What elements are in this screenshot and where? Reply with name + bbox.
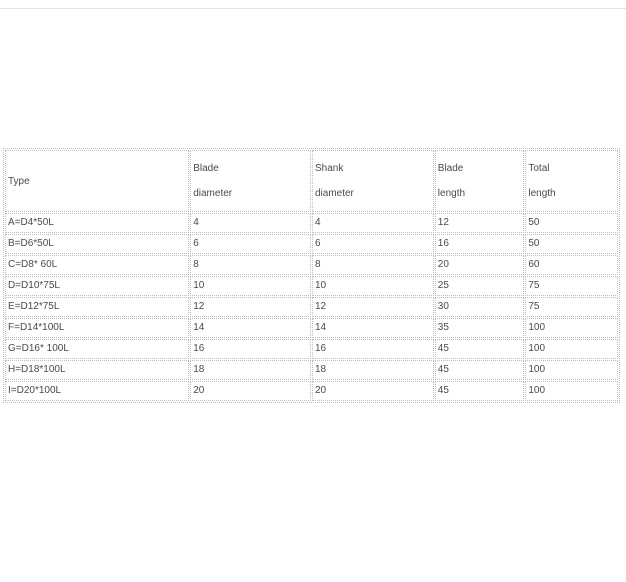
cell-blade-length: 30	[434, 297, 525, 317]
table-row: A=D4*50L 4 4 12 50	[5, 213, 618, 233]
cell-type: F=D14*100L	[5, 318, 190, 338]
cell-type: C=D8* 60L	[5, 255, 190, 275]
cell-blade-length: 16	[434, 234, 525, 254]
cell-blade-diameter: 14	[190, 318, 311, 338]
cell-shank-diameter: 14	[311, 318, 434, 338]
header-total-length-line-1: Total	[528, 163, 550, 174]
header-blade-diameter-line-1: Blade	[193, 163, 219, 174]
table-row: E=D12*75L 12 12 30 75	[5, 297, 618, 317]
cell-blade-length: 45	[434, 339, 525, 359]
cell-shank-diameter: 4	[311, 213, 434, 233]
cell-type: H=D18*100L	[5, 360, 190, 380]
table-row: G=D16* 100L 16 16 45 100	[5, 339, 618, 359]
cell-blade-diameter: 16	[190, 339, 311, 359]
header-blade-length-line-1: Blade	[437, 163, 464, 174]
cell-total-length: 100	[525, 318, 618, 338]
cell-blade-diameter: 12	[190, 297, 311, 317]
spec-table-header: Type Blade diameter Shank diameter Blade…	[5, 150, 618, 212]
cell-shank-diameter: 8	[311, 255, 434, 275]
table-row: F=D14*100L 14 14 35 100	[5, 318, 618, 338]
cell-blade-diameter: 18	[190, 360, 311, 380]
cell-blade-diameter: 4	[190, 213, 311, 233]
cell-type: I=D20*100L	[5, 381, 190, 401]
cell-type: A=D4*50L	[5, 213, 190, 233]
cell-blade-length: 45	[434, 360, 525, 380]
cell-shank-diameter: 16	[311, 339, 434, 359]
cell-type: D=D10*75L	[5, 276, 190, 296]
table-row: D=D10*75L 10 10 25 75	[5, 276, 618, 296]
cell-total-length: 75	[525, 297, 618, 317]
header-shank-diameter: Shank diameter	[311, 150, 434, 212]
cell-total-length: 100	[525, 339, 618, 359]
cell-blade-diameter: 8	[190, 255, 311, 275]
header-type: Type	[5, 150, 190, 212]
cell-total-length: 100	[525, 360, 618, 380]
cell-blade-diameter: 20	[190, 381, 311, 401]
cell-blade-diameter: 10	[190, 276, 311, 296]
header-total-length-line-2: length	[528, 188, 556, 199]
header-shank-diameter-line-1: Shank	[314, 163, 344, 174]
table-row: C=D8* 60L 8 8 20 60	[5, 255, 618, 275]
spec-table: Type Blade diameter Shank diameter Blade…	[3, 148, 620, 403]
cell-total-length: 60	[525, 255, 618, 275]
header-blade-diameter: Blade diameter	[190, 150, 311, 212]
header-blade-length-line-2: length	[437, 188, 466, 199]
cell-blade-diameter: 6	[190, 234, 311, 254]
spec-table-container: Type Blade diameter Shank diameter Blade…	[3, 148, 620, 403]
cell-shank-diameter: 12	[311, 297, 434, 317]
cell-total-length: 50	[525, 234, 618, 254]
header-shank-diameter-line-2: diameter	[314, 188, 354, 199]
table-row: I=D20*100L 20 20 45 100	[5, 381, 618, 401]
cell-shank-diameter: 6	[311, 234, 434, 254]
header-total-length: Total length	[525, 150, 618, 212]
header-blade-length: Blade length	[434, 150, 525, 212]
table-row: H=D18*100L 18 18 45 100	[5, 360, 618, 380]
cell-type: B=D6*50L	[5, 234, 190, 254]
cell-shank-diameter: 20	[311, 381, 434, 401]
cell-shank-diameter: 10	[311, 276, 434, 296]
cell-total-length: 75	[525, 276, 618, 296]
cell-blade-length: 25	[434, 276, 525, 296]
header-blade-diameter-line-2: diameter	[193, 188, 233, 199]
header-row: Type Blade diameter Shank diameter Blade…	[5, 150, 618, 212]
cell-blade-length: 35	[434, 318, 525, 338]
cell-blade-length: 45	[434, 381, 525, 401]
browser-top-edge	[0, 0, 626, 9]
table-row: B=D6*50L 6 6 16 50	[5, 234, 618, 254]
cell-type: G=D16* 100L	[5, 339, 190, 359]
spec-table-body: A=D4*50L 4 4 12 50 B=D6*50L 6 6 16 50 C=…	[5, 213, 618, 401]
cell-blade-length: 20	[434, 255, 525, 275]
cell-total-length: 50	[525, 213, 618, 233]
header-type-label: Type	[8, 175, 30, 187]
cell-type: E=D12*75L	[5, 297, 190, 317]
cell-blade-length: 12	[434, 213, 525, 233]
cell-shank-diameter: 18	[311, 360, 434, 380]
cell-total-length: 100	[525, 381, 618, 401]
